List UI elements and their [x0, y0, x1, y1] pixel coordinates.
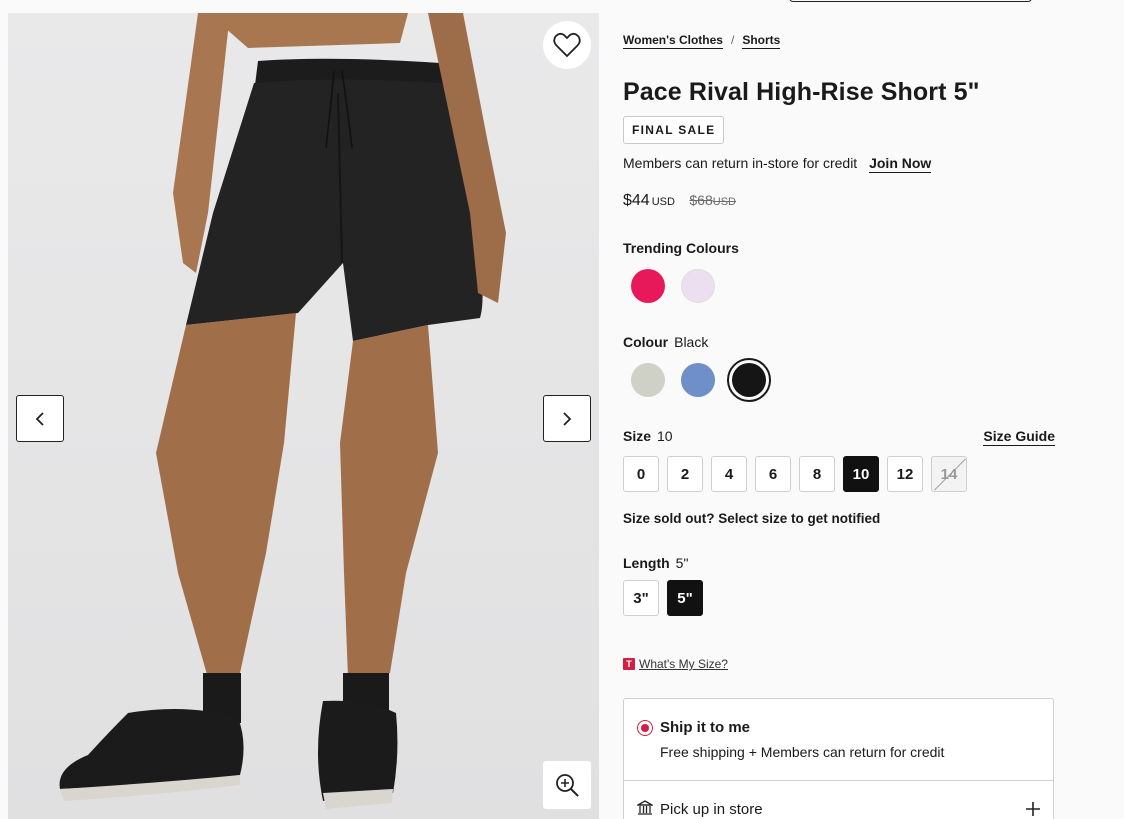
- whats-my-size: T What's My Size?: [623, 657, 728, 671]
- whats-my-size-link[interactable]: What's My Size?: [639, 657, 728, 671]
- product-image-gallery: [8, 13, 599, 819]
- ship-title: Ship it to me: [660, 719, 750, 736]
- plus-icon[interactable]: [1025, 801, 1041, 817]
- colour-swatch-black[interactable]: [727, 358, 771, 402]
- length-option-3[interactable]: 3": [623, 580, 659, 616]
- product-photo: [59, 13, 506, 809]
- length-label-text: Length: [623, 555, 670, 571]
- size-label: Size 10: [623, 428, 673, 444]
- breadcrumb: Women's Clothes / Shorts: [623, 33, 781, 49]
- fulfillment-options: Ship it to me Free shipping + Members ca…: [623, 698, 1054, 819]
- swatch-color: [631, 269, 665, 303]
- zoom-button[interactable]: [543, 761, 591, 809]
- size-sold-out-note: Size sold out? Select size to get notifi…: [623, 511, 881, 526]
- ship-it-to-me-option[interactable]: Ship it to me Free shipping + Members ca…: [624, 699, 1053, 781]
- size-label-text: Size: [623, 428, 652, 444]
- members-text: Members can return in-store for credit: [623, 155, 858, 171]
- price: $44 USD $68USD: [623, 192, 736, 210]
- colour-swatch-blue[interactable]: [678, 360, 718, 400]
- join-now-link[interactable]: Join Now: [869, 155, 932, 173]
- ship-subtitle: Free shipping + Members can return for c…: [660, 744, 945, 760]
- selected-size: 10: [657, 428, 673, 444]
- colour-label-text: Colour: [623, 334, 669, 350]
- search-box-edge[interactable]: [789, 0, 1032, 2]
- size-guide-link[interactable]: Size Guide: [983, 428, 1055, 446]
- truefit-logo: T: [623, 658, 635, 670]
- current-price-currency: USD: [651, 196, 675, 208]
- trending-colours-label: Trending Colours: [623, 240, 739, 256]
- selected-length: 5": [675, 555, 689, 571]
- current-price: $44: [623, 192, 650, 209]
- members-return-note: Members can return in-store for credit J…: [623, 155, 932, 173]
- final-sale-badge: FINAL SALE: [623, 116, 725, 144]
- size-option-14-sold-out[interactable]: 14: [931, 456, 967, 492]
- product-title: Pace Rival High-Rise Short 5": [623, 78, 980, 106]
- zoom-in-icon: [556, 774, 579, 797]
- size-option-2[interactable]: 2: [667, 456, 703, 492]
- favorite-button[interactable]: [543, 21, 591, 69]
- size-option-10[interactable]: 10: [843, 456, 879, 492]
- colour-label: Colour Black: [623, 334, 708, 350]
- swatch-color: [681, 269, 715, 303]
- size-option-4[interactable]: 4: [711, 456, 747, 492]
- ship-radio-selected[interactable]: [637, 720, 653, 736]
- store-icon: [637, 800, 653, 815]
- original-price: $68: [689, 192, 713, 208]
- swatch-color: [631, 363, 665, 397]
- colour-swatch-sage[interactable]: [628, 360, 668, 400]
- pick-up-in-store-option[interactable]: Pick up in store: [624, 781, 1053, 819]
- original-price-currency: USD: [712, 196, 736, 208]
- swatch-color: [732, 363, 766, 397]
- breadcrumb-separator: /: [730, 33, 735, 47]
- length-option-5[interactable]: 5": [667, 580, 703, 616]
- heart-icon: [553, 32, 581, 58]
- trending-swatch-pink[interactable]: [628, 266, 668, 306]
- size-option-0[interactable]: 0: [623, 456, 659, 492]
- selected-colour: Black: [674, 334, 709, 350]
- trending-swatch-lavender[interactable]: [678, 266, 718, 306]
- chevron-right-icon: [563, 411, 572, 426]
- breadcrumb-shorts[interactable]: Shorts: [742, 33, 781, 49]
- size-option-8[interactable]: 8: [799, 456, 835, 492]
- chevron-left-icon: [35, 411, 44, 426]
- size-option-12[interactable]: 12: [887, 456, 923, 492]
- swatch-color: [681, 363, 715, 397]
- breadcrumb-womens-clothes[interactable]: Women's Clothes: [623, 33, 723, 49]
- previous-image-button[interactable]: [16, 395, 64, 442]
- length-label: Length 5": [623, 555, 688, 571]
- next-image-button[interactable]: [543, 395, 591, 442]
- pickup-title: Pick up in store: [660, 801, 763, 818]
- size-option-6[interactable]: 6: [755, 456, 791, 492]
